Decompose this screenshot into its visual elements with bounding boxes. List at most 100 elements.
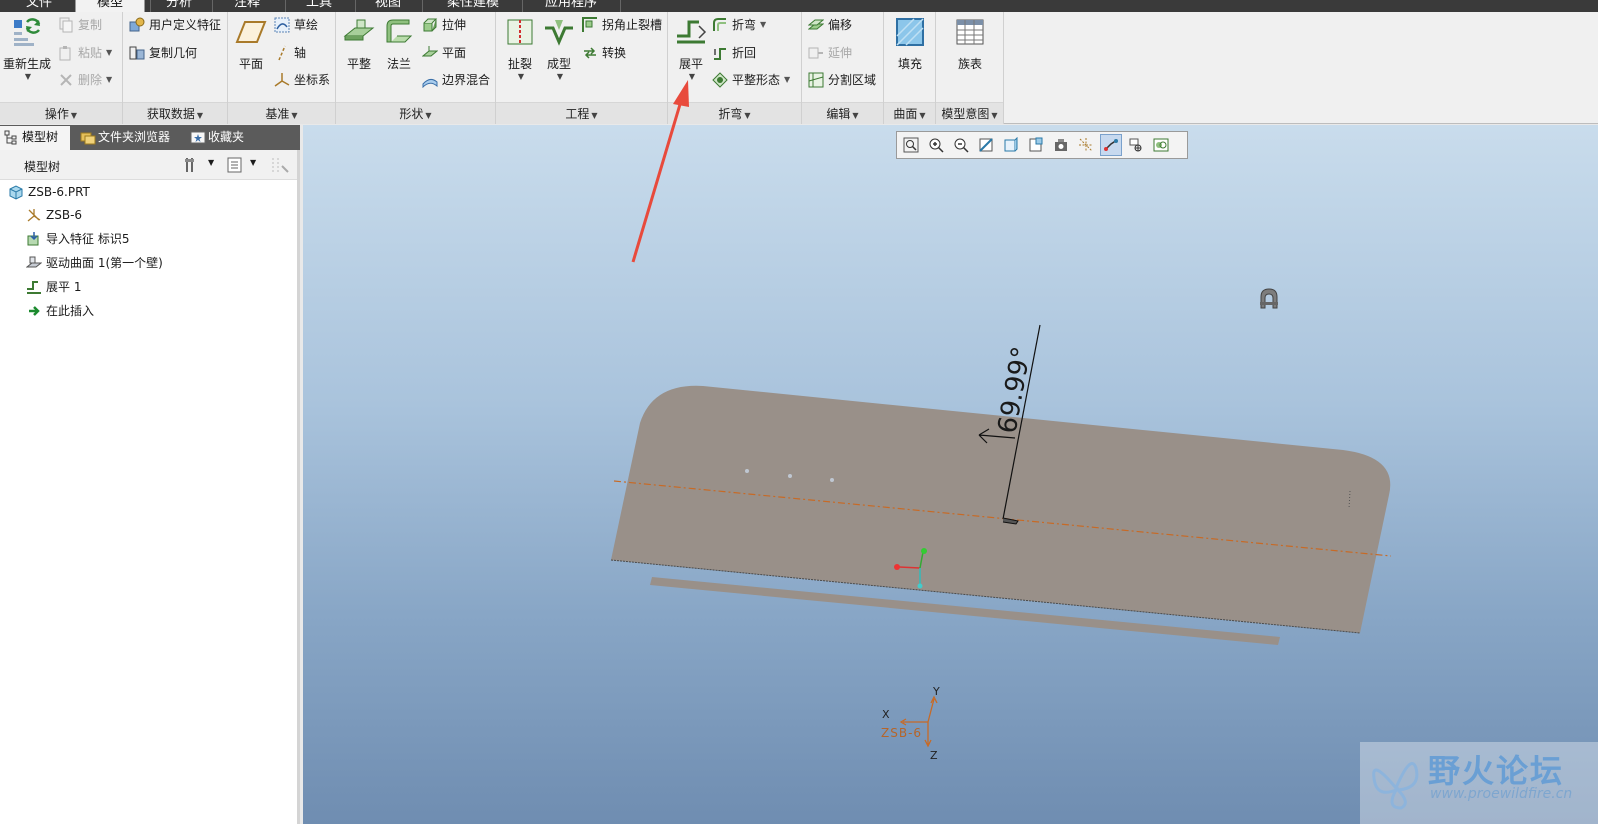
axis-button[interactable]: 轴 xyxy=(274,42,306,64)
csys-z-label: Z xyxy=(930,749,938,762)
offset-icon xyxy=(808,19,824,30)
flat-pattern-button[interactable]: 平整形态 ▼ xyxy=(712,69,790,91)
tree-item-label: 导入特征 标识5 xyxy=(46,232,130,246)
tab-separator xyxy=(422,0,423,12)
tab-favorites-label: 收藏夹 xyxy=(208,130,245,144)
csys-y-axis xyxy=(927,695,938,723)
tab-annotate[interactable]: 注释 xyxy=(214,0,280,12)
group-bends-label[interactable]: 折弯 ▼ xyxy=(668,102,801,124)
sketch-button[interactable]: 草绘 xyxy=(274,14,318,36)
split-area-button[interactable]: 分割区域 xyxy=(808,69,876,91)
form-icon xyxy=(545,20,573,46)
udf-button[interactable]: 用户定义特征 xyxy=(129,14,221,36)
unbend-button[interactable]: 展平 ▼ xyxy=(672,16,710,81)
origin-x-axis xyxy=(898,566,921,569)
delete-dropdown-icon[interactable]: ▼ xyxy=(106,69,112,91)
hole-mark xyxy=(830,478,834,482)
tab-folder-browser-label: 文件夹浏览器 xyxy=(98,130,171,144)
form-button[interactable]: 成型 ▼ xyxy=(540,16,578,81)
tree-settings-icon[interactable] xyxy=(183,156,201,174)
flange-wall-icon xyxy=(386,19,413,43)
offset-button[interactable]: 偏移 xyxy=(808,14,852,36)
group-datum-label[interactable]: 基准 ▼ xyxy=(228,102,335,124)
sketch-icon xyxy=(274,17,290,33)
delete-button[interactable]: 删除 ▼ xyxy=(58,69,112,91)
family-table-icon xyxy=(956,19,984,45)
tab-file[interactable]: 文件 xyxy=(8,0,70,12)
extrude-button[interactable]: 拉伸 xyxy=(422,14,466,36)
boundary-blend-button[interactable]: 边界混合 xyxy=(422,69,490,91)
navigator-panel: 模型树 文件夹浏览器 收藏夹 模型树 ▼ ▼ ZSB-6.PRT ZSB-6 导… xyxy=(0,125,300,824)
tree-item-unbend[interactable]: 展平 1 xyxy=(26,277,81,297)
form-dropdown-icon[interactable]: ▼ xyxy=(542,72,578,81)
delete-icon xyxy=(60,74,72,86)
fill-button[interactable]: 填充 xyxy=(890,16,930,72)
tab-favorites[interactable]: 收藏夹 xyxy=(186,126,254,150)
tab-folder-browser[interactable]: 文件夹浏览器 xyxy=(76,126,180,150)
paste-dropdown-icon[interactable]: ▼ xyxy=(106,42,112,64)
tree-settings-dropdown-icon[interactable]: ▼ xyxy=(208,158,214,167)
graphics-viewport[interactable]: 69.99° ZSB-6 X Y Z xyxy=(303,125,1598,824)
copy-geometry-button[interactable]: 复制几何 xyxy=(129,42,197,64)
boundary-blend-label: 边界混合 xyxy=(442,73,491,87)
flat-pattern-dropdown-icon[interactable]: ▼ xyxy=(784,69,790,91)
convert-button[interactable]: 转换 xyxy=(582,42,626,64)
tab-applications[interactable]: 应用程序 xyxy=(525,0,617,12)
tab-analysis[interactable]: 分析 xyxy=(150,0,208,12)
family-table-label: 族表 xyxy=(957,57,982,71)
group-editing-label[interactable]: 编辑 ▼ xyxy=(802,102,883,124)
flange-button[interactable]: 法兰 xyxy=(380,16,418,72)
filter-icon[interactable] xyxy=(270,156,290,174)
tree-item-label: ZSB-6 xyxy=(46,208,83,222)
tab-tools[interactable]: 工具 xyxy=(288,0,350,12)
favorites-icon xyxy=(190,131,206,144)
tree-item-root-part[interactable]: ZSB-6.PRT xyxy=(8,182,90,202)
bend-button[interactable]: 折弯 ▼ xyxy=(712,14,766,36)
hole-mark xyxy=(745,469,749,473)
group-operations-label[interactable]: 操作 ▼ xyxy=(0,102,122,124)
flat-pattern-label: 平整形态 xyxy=(732,73,781,87)
folder-browser-icon xyxy=(80,132,96,145)
flat-pattern-icon xyxy=(712,72,728,88)
bend-back-label: 折回 xyxy=(732,46,757,60)
flat-button[interactable]: 平面 xyxy=(422,42,466,64)
model-geometry[interactable] xyxy=(303,125,1598,824)
corner-relief-button[interactable]: 拐角止裂槽 xyxy=(582,14,662,36)
regenerate-dropdown-icon[interactable]: ▼ xyxy=(4,72,52,81)
group-get-data-label[interactable]: 获取数据 ▼ xyxy=(123,102,227,124)
csys-button[interactable]: 坐标系 xyxy=(274,69,330,91)
family-table-button[interactable]: 族表 xyxy=(948,16,992,72)
tab-model[interactable]: 模型 xyxy=(75,0,145,12)
extrude-label: 拉伸 xyxy=(442,18,467,32)
tree-item-driving-surface[interactable]: 驱动曲面 1(第一个壁) xyxy=(26,253,163,273)
butterfly-logo-icon xyxy=(1372,762,1419,810)
group-shapes-label[interactable]: 形状 ▼ xyxy=(336,102,495,124)
group-surfaces-label[interactable]: 曲面 ▼ xyxy=(884,102,935,124)
tree-item-import-feature[interactable]: 导入特征 标识5 xyxy=(26,229,129,249)
show-options-icon[interactable] xyxy=(226,156,244,174)
rip-button[interactable]: 扯裂 ▼ xyxy=(500,16,540,81)
convert-label: 转换 xyxy=(602,46,627,60)
unbend-dropdown-icon[interactable]: ▼ xyxy=(674,72,710,81)
bend-back-button[interactable]: 折回 xyxy=(712,42,756,64)
copy-button[interactable]: 复制 xyxy=(58,14,102,36)
extend-button[interactable]: 延伸 xyxy=(808,42,852,64)
tab-separator xyxy=(355,0,356,12)
paste-button[interactable]: 粘贴 ▼ xyxy=(58,42,112,64)
csys-z-axis xyxy=(924,722,932,748)
planar-button[interactable]: 平整 xyxy=(340,16,378,72)
group-engineering-label[interactable]: 工程 ▼ xyxy=(496,102,667,124)
datum-plane-button[interactable]: 平面 xyxy=(232,16,270,72)
tab-separator xyxy=(212,0,213,12)
tab-flexible-modeling[interactable]: 柔性建模 xyxy=(425,0,521,12)
tab-view[interactable]: 视图 xyxy=(357,0,419,12)
tree-item-insert-here[interactable]: 在此插入 xyxy=(26,301,94,321)
regenerate-button[interactable]: 重新生成 ▼ xyxy=(2,16,52,81)
group-model-intent-label[interactable]: 模型意图 ▼ xyxy=(936,102,1003,124)
tab-model-tree[interactable]: 模型树 xyxy=(0,126,70,150)
rip-dropdown-icon[interactable]: ▼ xyxy=(502,72,540,81)
csys-y-label: Y xyxy=(933,685,940,698)
bend-dropdown-icon[interactable]: ▼ xyxy=(760,14,766,36)
show-options-dropdown-icon[interactable]: ▼ xyxy=(250,158,256,167)
tree-item-csys[interactable]: ZSB-6 xyxy=(26,205,82,225)
